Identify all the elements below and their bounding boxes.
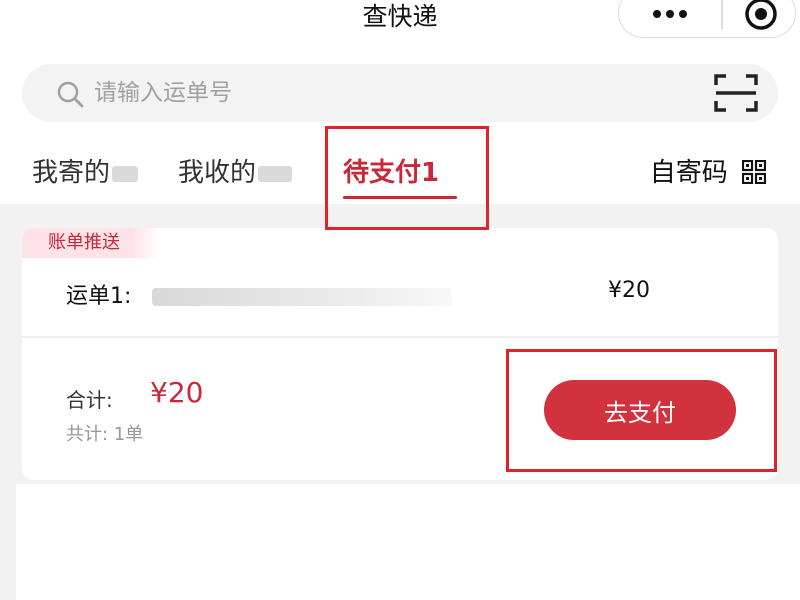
waybill-label: 运单1:	[66, 284, 132, 309]
qr-code-icon	[742, 160, 766, 184]
more-icon[interactable]	[653, 1, 709, 27]
tab-received[interactable]: 我收的	[178, 156, 293, 190]
waybill-row[interactable]: 运单1: ¥20	[22, 258, 778, 336]
total-amount: ¥20	[150, 376, 204, 409]
redacted-count	[258, 165, 293, 182]
divider	[22, 336, 778, 338]
self-send-code-label: 自寄码	[649, 158, 728, 188]
bill-push-tag: 账单推送	[22, 228, 160, 258]
redacted-count	[112, 165, 139, 182]
waybill-search-input[interactable]	[94, 76, 654, 110]
highlight-box-tab	[325, 126, 489, 230]
self-send-code-button[interactable]: 自寄码	[650, 156, 766, 190]
redacted-waybill-number	[152, 288, 452, 306]
search-icon	[57, 81, 84, 108]
tab-sent[interactable]: 我寄的	[32, 156, 139, 190]
scan-icon[interactable]	[714, 74, 758, 112]
waybill-amount: ¥20	[608, 278, 650, 303]
target-icon[interactable]	[743, 0, 779, 32]
tab-sent-label: 我寄的	[32, 158, 111, 188]
mini-program-capsule	[618, 0, 796, 38]
top-bar: 查快递	[0, 0, 800, 50]
capsule-divider	[721, 0, 723, 29]
blank-area	[16, 484, 800, 600]
search-bar	[22, 64, 778, 122]
total-label: 合计:	[66, 388, 113, 412]
order-count: 共计: 1单	[66, 424, 144, 445]
tab-received-label: 我收的	[178, 158, 257, 188]
highlight-box-pay	[506, 349, 777, 472]
